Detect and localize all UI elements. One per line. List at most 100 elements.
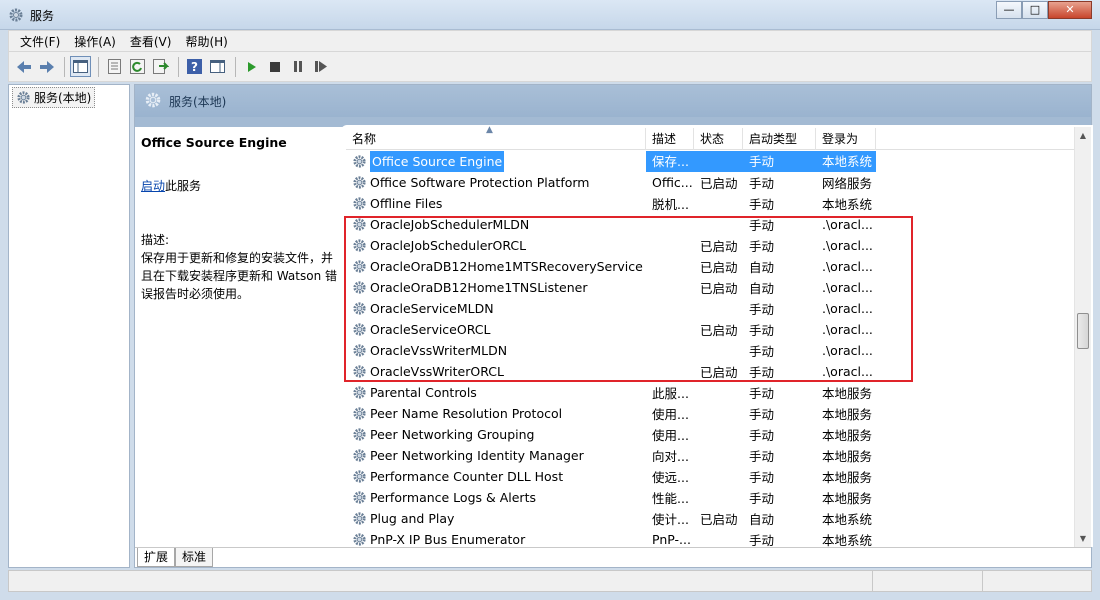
properties-icon[interactable] bbox=[104, 56, 125, 77]
service-name: Offline Files bbox=[370, 196, 443, 211]
service-description: 使用... bbox=[652, 428, 689, 443]
back-icon[interactable] bbox=[13, 56, 34, 77]
pause-service-icon[interactable] bbox=[287, 56, 308, 77]
start-service-suffix: 此服务 bbox=[165, 179, 202, 193]
toolbar-separator bbox=[98, 56, 99, 77]
service-name-cell: Performance Logs & Alerts bbox=[346, 490, 646, 505]
service-name-cell: Offline Files bbox=[346, 196, 646, 211]
service-name: Office Source Engine bbox=[370, 151, 505, 172]
vertical-scrollbar[interactable]: ▲ ▼ bbox=[1074, 127, 1091, 547]
service-gear-icon bbox=[352, 154, 367, 169]
menu-help[interactable]: 帮助(H) bbox=[178, 33, 234, 50]
forward-icon[interactable] bbox=[36, 56, 57, 77]
service-startup-type: 手动 bbox=[749, 491, 775, 506]
service-description: 使用... bbox=[652, 407, 689, 422]
scroll-down-icon[interactable]: ▼ bbox=[1075, 530, 1091, 547]
sort-ascending-icon: ▲ bbox=[486, 125, 493, 135]
service-startup-type: 自动 bbox=[749, 512, 775, 527]
service-logon-as: 本地系统 bbox=[822, 197, 873, 212]
service-description: 保存... bbox=[646, 151, 694, 172]
service-description: 脱机... bbox=[652, 197, 689, 212]
window-title: 服务 bbox=[30, 9, 55, 23]
export-list-icon[interactable] bbox=[150, 56, 171, 77]
service-name-cell: Parental Controls bbox=[346, 385, 646, 400]
service-name: Performance Logs & Alerts bbox=[370, 490, 536, 505]
minimize-button[interactable]: — bbox=[996, 1, 1022, 19]
service-row[interactable]: Parental Controls 此服... 手动 本地服务 bbox=[346, 382, 1076, 403]
service-row[interactable]: Plug and Play 使计... 已启动 自动 本地系统 bbox=[346, 508, 1076, 529]
maximize-button[interactable]: □ bbox=[1022, 1, 1048, 19]
selected-service-title: Office Source Engine bbox=[141, 135, 287, 150]
menu-bar: 文件(F) 操作(A) 查看(V) 帮助(H) bbox=[8, 30, 1092, 52]
service-logon-as: 本地服务 bbox=[822, 470, 873, 485]
service-logon-as: 本地系统 bbox=[816, 151, 876, 172]
service-row[interactable]: Peer Name Resolution Protocol 使用... 手动 本地服务 bbox=[346, 403, 1076, 424]
view-tabs: 扩展 标准 bbox=[135, 547, 1091, 567]
service-description: 使计... bbox=[652, 512, 689, 527]
service-logon-as: 本地系统 bbox=[822, 512, 873, 527]
service-name-cell: Performance Counter DLL Host bbox=[346, 469, 646, 484]
tree-item-services-local[interactable]: 服务(本地) bbox=[12, 87, 96, 108]
service-name-cell: Peer Networking Grouping bbox=[346, 427, 646, 442]
service-status: 已启动 bbox=[700, 512, 738, 527]
service-description: 向对... bbox=[652, 449, 689, 464]
toolbar-separator bbox=[235, 56, 236, 77]
menu-action[interactable]: 操作(A) bbox=[67, 33, 123, 50]
svg-text:?: ? bbox=[191, 60, 198, 74]
service-name: Peer Name Resolution Protocol bbox=[370, 406, 563, 421]
close-button[interactable]: ✕ bbox=[1048, 1, 1092, 19]
start-service-text: 启动此服务 bbox=[141, 177, 201, 194]
service-row[interactable]: Peer Networking Grouping 使用... 手动 本地服务 bbox=[346, 424, 1076, 445]
show-action-pane-icon[interactable] bbox=[207, 56, 228, 77]
menu-file[interactable]: 文件(F) bbox=[13, 33, 67, 50]
service-row[interactable]: Office Software Protection Platform Offic… bbox=[346, 172, 1076, 193]
service-row[interactable]: Office Source Engine 保存... 手动 本地系统 bbox=[346, 151, 1076, 172]
scrollbar-thumb[interactable] bbox=[1077, 313, 1089, 349]
service-gear-icon bbox=[352, 175, 367, 190]
title-bar: 服务 — □ ✕ bbox=[0, 0, 1100, 30]
column-header-startup-type[interactable]: 启动类型 bbox=[743, 128, 816, 150]
description-label: 描述: bbox=[141, 233, 170, 247]
column-header-status[interactable]: 状态 bbox=[694, 128, 743, 150]
service-logon-as: 本地服务 bbox=[822, 449, 873, 464]
service-gear-icon bbox=[352, 532, 367, 547]
service-startup-type: 手动 bbox=[749, 176, 775, 191]
tab-extended[interactable]: 扩展 bbox=[137, 548, 176, 567]
services-pane: 服务(本地) Office Source Engine 启动此服务 描述: 保存… bbox=[134, 84, 1093, 568]
service-row[interactable]: Peer Networking Identity Manager 向对... 手动 本… bbox=[346, 445, 1076, 466]
service-row[interactable]: Performance Counter DLL Host 使远... 手动 本地服务 bbox=[346, 466, 1076, 487]
refresh-icon[interactable] bbox=[127, 56, 148, 77]
menu-view[interactable]: 查看(V) bbox=[123, 33, 179, 50]
column-header-logon-as[interactable]: 登录为 bbox=[816, 128, 876, 150]
pane-header: 服务(本地) bbox=[135, 85, 1091, 117]
console-tree: 服务(本地) bbox=[8, 84, 130, 568]
service-gear-icon bbox=[352, 469, 367, 484]
scroll-up-icon[interactable]: ▲ bbox=[1075, 127, 1091, 144]
toolbar: ? bbox=[8, 52, 1092, 82]
service-description: Offic... bbox=[652, 175, 693, 190]
restart-service-icon[interactable] bbox=[310, 56, 331, 77]
service-name-cell: Plug and Play bbox=[346, 511, 646, 526]
service-row[interactable]: Offline Files 脱机... 手动 本地系统 bbox=[346, 193, 1076, 214]
help-icon[interactable]: ? bbox=[184, 56, 205, 77]
service-row[interactable]: Performance Logs & Alerts 性能... 手动 本地服务 bbox=[346, 487, 1076, 508]
tab-standard[interactable]: 标准 bbox=[175, 548, 214, 567]
column-headers: ▲ 名称 描述 状态 启动类型 登录为 bbox=[346, 125, 1076, 150]
status-segment bbox=[982, 571, 983, 591]
service-name: Peer Networking Grouping bbox=[370, 427, 535, 442]
column-header-description[interactable]: 描述 bbox=[646, 128, 694, 150]
service-logon-as: 网络服务 bbox=[822, 176, 873, 191]
service-logon-as: 本地服务 bbox=[822, 407, 873, 422]
stop-service-icon[interactable] bbox=[264, 56, 285, 77]
console-tree-icon[interactable] bbox=[70, 56, 91, 77]
service-gear-icon bbox=[352, 385, 367, 400]
description-panel: Office Source Engine 启动此服务 描述: 保存用于更新和修复… bbox=[135, 127, 341, 547]
service-name-cell: Office Software Protection Platform bbox=[346, 175, 646, 190]
service-description: PnP-... bbox=[652, 532, 691, 547]
column-header-name[interactable]: ▲ 名称 bbox=[346, 125, 646, 150]
service-startup-type: 手动 bbox=[749, 470, 775, 485]
start-service-icon[interactable] bbox=[241, 56, 262, 77]
service-status bbox=[694, 151, 743, 172]
start-service-link[interactable]: 启动 bbox=[141, 179, 165, 193]
tree-item-label: 服务(本地) bbox=[34, 91, 92, 105]
